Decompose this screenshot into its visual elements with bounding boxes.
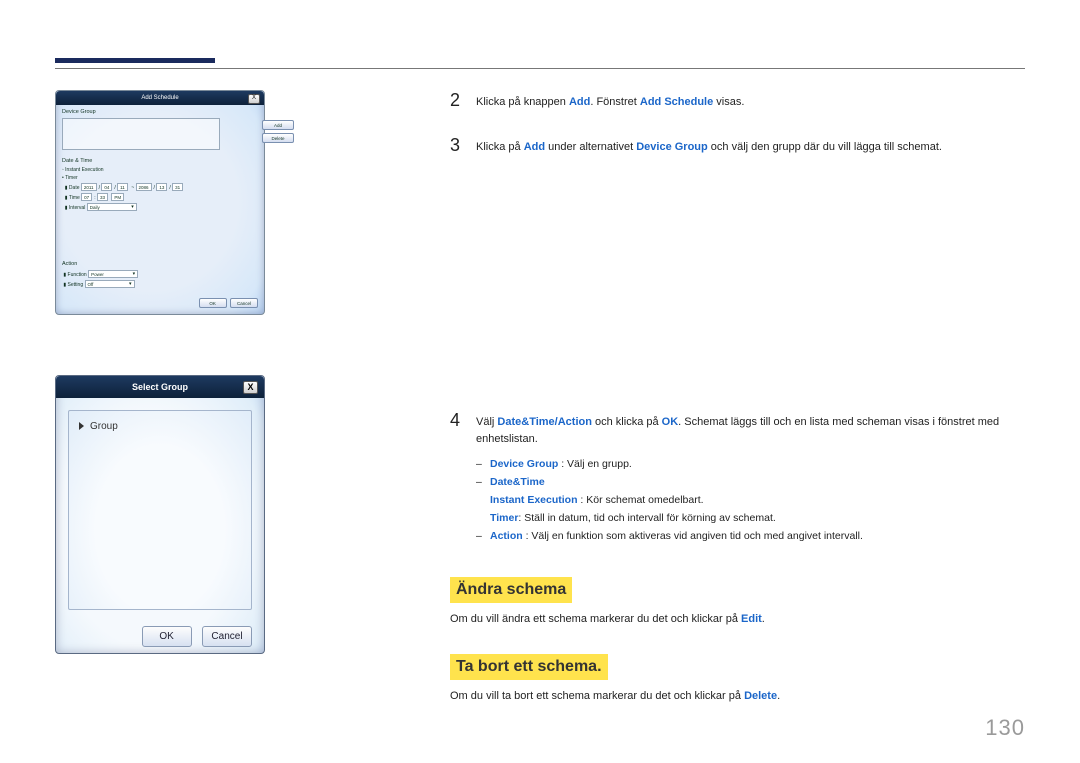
interval-row: ▮ Interval Daily — [62, 203, 258, 211]
step-text: Klicka på knappen Add. Fönstret Add Sche… — [466, 90, 744, 111]
page-content: Add Schedule X Device Group Add Delete D… — [55, 90, 1025, 733]
function-dropdown[interactable]: Power — [88, 270, 138, 278]
interval-dropdown[interactable]: Daily — [87, 203, 137, 211]
timer-label[interactable]: Timer — [65, 175, 78, 181]
date-day-field[interactable]: 11 — [117, 183, 128, 191]
date-to-month-field[interactable]: 13 — [156, 183, 167, 191]
setting-dropdown[interactable]: Off — [85, 280, 135, 288]
ok-button[interactable]: OK — [142, 626, 192, 647]
dialog-title: Add Schedule — [141, 95, 178, 101]
dialog-footer: OK Cancel — [56, 294, 264, 308]
date-label: Date — [69, 185, 80, 191]
list-item: Device Group : Välj en grupp. — [476, 456, 1025, 474]
date-year-field[interactable]: 2011 — [81, 183, 97, 191]
section-heading-edit: Ändra schema — [450, 577, 572, 603]
time-label: Time — [69, 195, 80, 201]
datetime-section: Date & Time ◦ Instant Execution • Timer … — [56, 154, 264, 217]
add-button[interactable]: Add — [262, 120, 294, 130]
close-icon[interactable]: X — [243, 381, 258, 394]
header-accent-bar — [55, 58, 215, 63]
list-item: Timer: Ställ in datum, tid och intervall… — [476, 510, 1025, 528]
paragraph: Om du vill ändra ett schema markerar du … — [450, 611, 1025, 628]
cancel-button[interactable]: Cancel — [202, 626, 252, 647]
right-column: 2 Klicka på knappen Add. Fönstret Add Sc… — [450, 90, 1025, 733]
device-group-section: Device Group Add Delete — [56, 105, 264, 154]
function-label: Function — [68, 272, 87, 278]
list-item: Date&Time — [476, 474, 1025, 492]
datetime-label: Date & Time — [62, 158, 258, 164]
ok-button[interactable]: OK — [199, 298, 227, 308]
step-number: 4 — [450, 410, 466, 431]
page-number: 130 — [985, 715, 1025, 741]
date-to-day-field[interactable]: 31 — [172, 183, 183, 191]
step-4: 4 Välj Date&Time/Action och klicka på OK… — [450, 410, 1025, 545]
step-2: 2 Klicka på knappen Add. Fönstret Add Sc… — [450, 90, 1025, 111]
action-label: Action — [62, 261, 258, 267]
function-row: ▮ Function Power — [62, 270, 258, 278]
setting-row: ▮ Setting Off — [62, 280, 258, 288]
time-min-field[interactable]: 33 — [97, 193, 108, 201]
dialog-title: Select Group — [132, 382, 188, 392]
delete-button[interactable]: Delete — [262, 133, 294, 143]
dialog-footer: OK Cancel — [56, 622, 264, 647]
date-row: ▮ Date 2011/ 04/ 11 ~ 2086/ 13/ 31 — [62, 183, 258, 191]
triangle-icon — [79, 422, 84, 430]
device-group-label: Device Group — [62, 109, 258, 115]
action-section: Action ▮ Function Power ▮ Setting Off — [56, 257, 264, 294]
tree-root-label[interactable]: Group — [90, 421, 118, 432]
group-tree[interactable]: Group — [68, 410, 252, 610]
step-number: 3 — [450, 135, 466, 156]
list-item: Action : Välj en funktion som aktiveras … — [476, 528, 1025, 546]
dialog-titlebar: Select Group X — [56, 376, 264, 398]
add-schedule-dialog: Add Schedule X Device Group Add Delete D… — [55, 90, 265, 315]
list-item: Instant Execution : Kör schemat omedelba… — [476, 492, 1025, 510]
instant-execution-label[interactable]: Instant Execution — [65, 167, 103, 173]
device-group-listbox[interactable] — [62, 118, 220, 150]
date-to-year-field[interactable]: 2086 — [136, 183, 152, 191]
time-ampm-field[interactable]: PM — [111, 193, 124, 201]
left-column: Add Schedule X Device Group Add Delete D… — [55, 90, 265, 733]
header-rule — [55, 68, 1025, 69]
interval-label: Interval — [69, 205, 85, 211]
step-3: 3 Klicka på Add under alternativet Devic… — [450, 135, 1025, 156]
cancel-button[interactable]: Cancel — [230, 298, 258, 308]
step-4-sublist: Device Group : Välj en grupp. Date&Time … — [476, 456, 1025, 545]
spacer — [450, 180, 1025, 410]
timer-row: • Timer — [62, 175, 258, 181]
paragraph: Om du vill ta bort ett schema markerar d… — [450, 688, 1025, 705]
time-hour-field[interactable]: 07 — [81, 193, 92, 201]
date-month-field[interactable]: 04 — [101, 183, 112, 191]
time-row: ▮ Time 07: 33 PM — [62, 193, 258, 201]
instant-execution-row: ◦ Instant Execution — [62, 167, 258, 173]
step-text: Klicka på Add under alternativet Device … — [466, 135, 942, 156]
step-number: 2 — [450, 90, 466, 111]
section-heading-delete: Ta bort ett schema. — [450, 654, 608, 680]
close-icon[interactable]: X — [248, 94, 260, 104]
dialog-titlebar: Add Schedule X — [56, 91, 264, 105]
setting-label: Setting — [68, 282, 84, 288]
step-text: Välj Date&Time/Action och klicka på OK. … — [466, 410, 1025, 545]
select-group-dialog: Select Group X Group OK Cancel — [55, 375, 265, 654]
